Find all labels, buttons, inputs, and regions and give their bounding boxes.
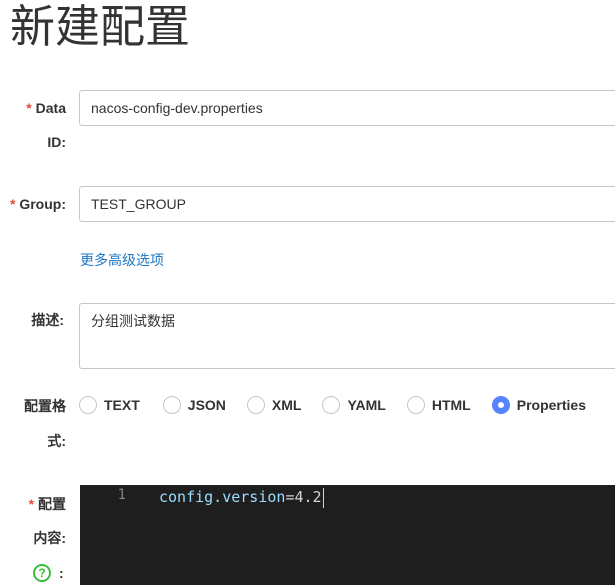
- description-label: 描述:: [31, 312, 64, 328]
- format-label: 配置格: [24, 398, 66, 414]
- format-option-label: HTML: [431, 397, 471, 413]
- required-mark: *: [28, 496, 35, 512]
- help-colon: :: [59, 565, 64, 581]
- group-label-text: Group:: [19, 196, 66, 212]
- radio-circle: [162, 396, 181, 414]
- radio-circle: [246, 396, 265, 414]
- format-label-line2: 式:: [47, 433, 66, 449]
- content-help: ? :: [33, 564, 64, 582]
- format-option-xml[interactable]: XML: [246, 396, 302, 414]
- page-title: 新建配置: [10, 0, 191, 53]
- content-label-text: 配置: [38, 496, 66, 512]
- advanced-options-link[interactable]: 更多高级选项: [80, 250, 164, 270]
- group-label: * Group:: [10, 187, 78, 221]
- data-id-label: * Data: [10, 91, 66, 125]
- line-number-gutter: 1: [80, 485, 140, 585]
- text-cursor: [322, 487, 324, 508]
- description-textarea[interactable]: 分组测试数据: [79, 303, 615, 369]
- code-key: config.version: [159, 488, 286, 506]
- radio-circle: [79, 396, 97, 414]
- data-id-input[interactable]: nacos-config-dev.properties: [79, 90, 615, 126]
- format-option-label: YAML: [347, 397, 386, 413]
- code-editor[interactable]: 1 config.version=4.2: [80, 485, 615, 585]
- content-label: * 配置: [10, 487, 66, 521]
- format-option-text[interactable]: TEXT: [79, 396, 140, 414]
- format-option-label: Properties: [516, 397, 586, 413]
- format-option-html[interactable]: HTML: [406, 396, 471, 414]
- format-option-label: XML: [271, 397, 302, 413]
- code-line[interactable]: config.version=4.2: [159, 486, 324, 508]
- group-input[interactable]: TEST_GROUP: [79, 186, 615, 222]
- code-value: 4.2: [294, 488, 322, 506]
- format-option-yaml[interactable]: YAML: [322, 396, 386, 414]
- content-label-line2: 内容:: [33, 530, 66, 546]
- question-circle-icon[interactable]: ?: [33, 564, 51, 582]
- format-option-label: TEXT: [104, 397, 140, 413]
- format-option-json[interactable]: JSON: [162, 396, 226, 414]
- format-radio-group: TEXT JSON XML YAML HTML Properties: [79, 396, 586, 414]
- radio-circle: [406, 396, 425, 414]
- data-id-label-text: Data: [35, 100, 66, 116]
- radio-circle: [322, 396, 341, 414]
- radio-circle-checked: [491, 396, 510, 414]
- required-mark: *: [26, 100, 32, 116]
- format-option-properties[interactable]: Properties: [491, 396, 586, 414]
- required-mark: *: [10, 196, 16, 212]
- format-option-label: JSON: [187, 397, 226, 413]
- data-id-label-line2: ID:: [47, 134, 66, 150]
- line-number: 1: [117, 487, 126, 503]
